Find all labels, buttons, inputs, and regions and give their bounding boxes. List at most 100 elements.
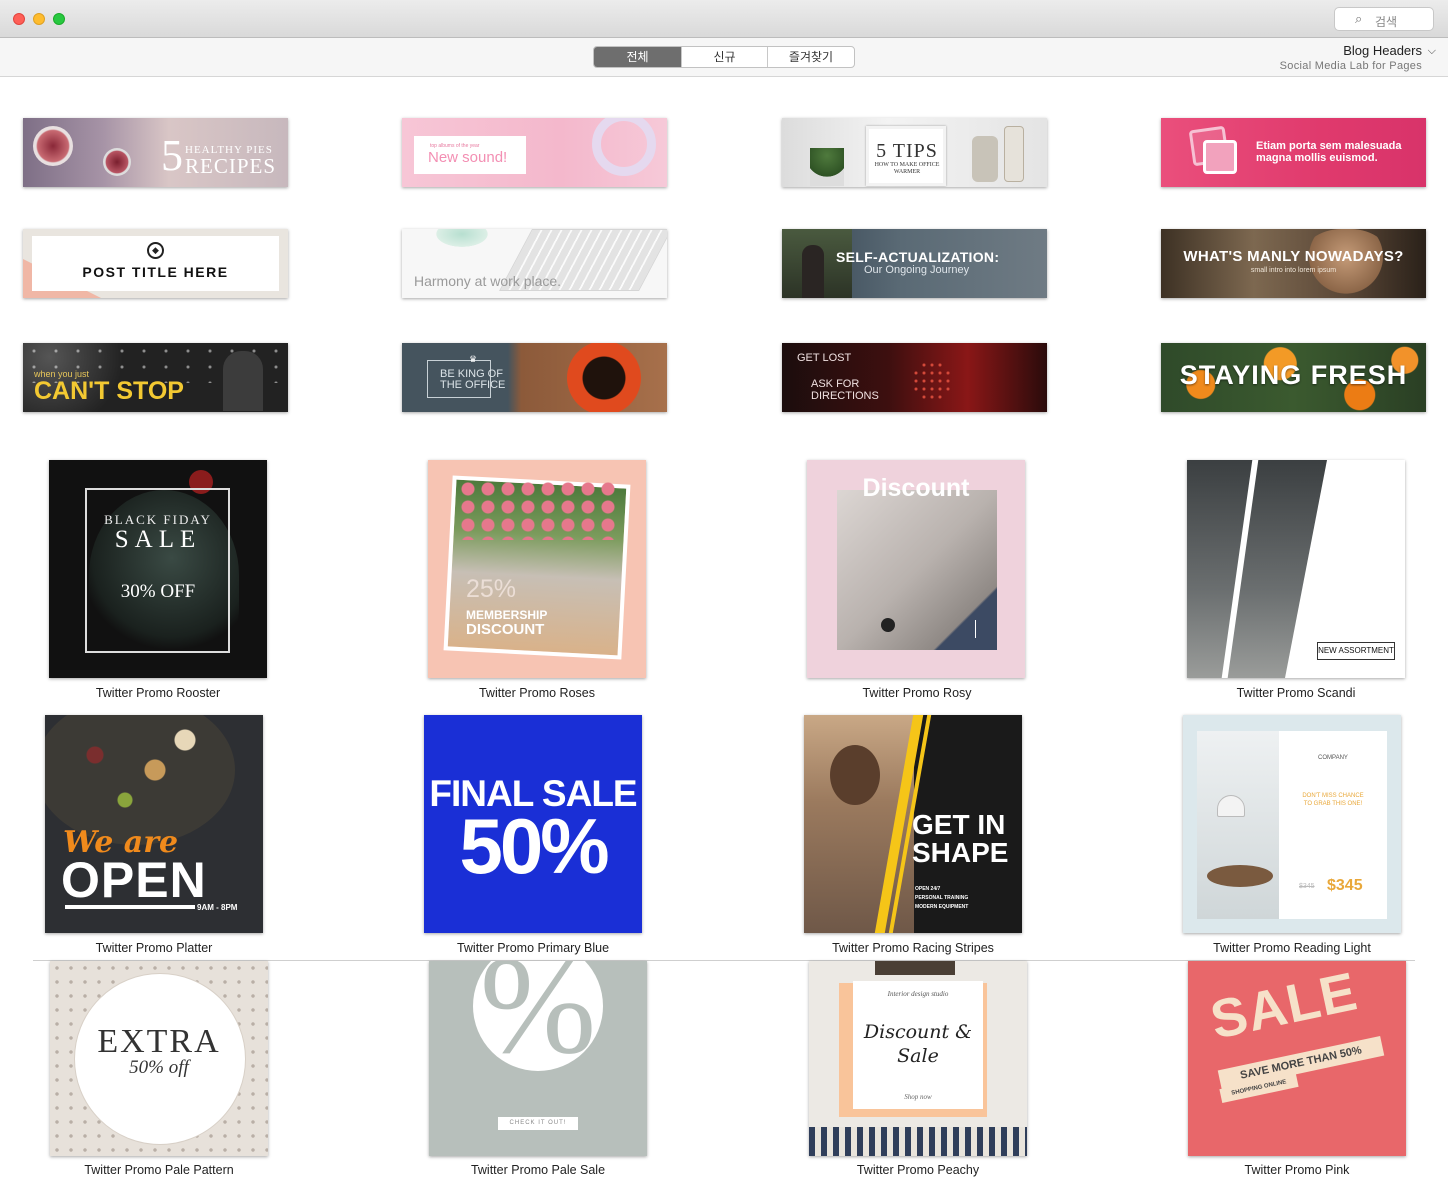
document-selector[interactable]: Blog Headers ⌵ Social Media Lab for Page… [1279, 43, 1436, 72]
sweater-image [837, 490, 997, 650]
template-caption: Twitter Promo Rooster [95, 686, 221, 700]
template-caption: Twitter Promo Reading Light [1213, 941, 1371, 955]
diamond-icon: ◆ [147, 242, 164, 259]
pie-image [103, 148, 131, 176]
tab-favorites[interactable]: 즐겨찾기 [768, 47, 854, 67]
lamp-image [1217, 795, 1245, 817]
template-caption: Twitter Promo Roses [478, 686, 595, 700]
template-caption: Twitter Promo Racing Stripes [832, 941, 994, 955]
banner-get-lost[interactable]: GET LOST ASK FOR DIRECTIONS [782, 343, 1047, 412]
toolbar: 전체 신규 즐겨찾기 Blog Headers ⌵ Social Media L… [0, 38, 1448, 77]
template-scandi[interactable]: NEW ASSORTMENT [1187, 460, 1405, 678]
banner-title: Harmony at work place. [414, 273, 562, 289]
template-pale-sale[interactable]: % CHECK IT OUT! [429, 961, 647, 1156]
promo-line-2: Discount & [863, 1021, 973, 1043]
promo-line-2: SALE [114, 526, 202, 553]
template-rosy[interactable]: Discount [807, 460, 1025, 678]
old-price: $345 [1299, 883, 1315, 890]
lamp-photo [1197, 731, 1287, 919]
promo-line-1: Interior design studio [887, 990, 949, 998]
zoom-window-button[interactable] [53, 13, 65, 25]
template-platter[interactable]: We are OPEN 9AM - 8PM [45, 715, 263, 933]
promo-line-2: MEMBERSHIP [466, 608, 548, 622]
template-rooster[interactable]: BLACK FIDAY SALE 30% OFF [49, 460, 267, 678]
template-peachy[interactable]: Interior design studio Discount & Sale S… [809, 961, 1027, 1156]
promo-line-2: SHAPE [912, 837, 1009, 868]
plant-image [810, 148, 844, 186]
banner-title: CAN'T STOP [34, 377, 184, 405]
template-caption: Twitter Promo Pale Sale [470, 1163, 606, 1177]
banner-5-tips[interactable]: 5 TIPS HOW TO MAKE OFFICE WARMER [782, 118, 1047, 187]
search-placeholder: 검색 [1375, 15, 1398, 29]
singer-image [223, 351, 263, 411]
bottle-image [1004, 126, 1024, 182]
banner-subtitle: HOW TO MAKE OFFICE WARMER [874, 162, 940, 175]
template-pink[interactable]: SALE SAVE MORE THAN 50% SHOPPING ONLINE [1188, 961, 1406, 1156]
promo-line-3: DISCOUNT [466, 621, 545, 638]
template-caption: Twitter Promo Scandi [1236, 686, 1356, 700]
promo-line-5: MODERN EQUIPMENT [915, 904, 969, 910]
banner-new-sound[interactable]: top albums of the year New sound! [402, 118, 667, 187]
banner-line-2: ASK FOR [811, 378, 860, 390]
document-subtitle: Social Media Lab for Pages [1279, 60, 1422, 72]
template-roses[interactable]: 25% MEMBERSHIP DISCOUNT [428, 460, 646, 678]
promo-line-3: Sale [897, 1045, 939, 1067]
banner-line-2: THE OFFICE [440, 379, 506, 391]
person-image [802, 245, 824, 298]
banner-self-actualization[interactable]: SELF-ACTUALIZATION: Our Ongoing Journey [782, 229, 1047, 298]
banner-title: SELF-ACTUALIZATION: [836, 249, 1000, 265]
crown-icon: ♛ [469, 354, 478, 364]
banner-post-title[interactable]: ◆ POST TITLE HERE [23, 229, 288, 298]
banner-title: STAYING FRESH [1179, 360, 1408, 390]
promo-line-1: % [479, 961, 597, 1083]
template-caption: Twitter Promo Peachy [856, 1163, 980, 1177]
promo-line-1: GET IN [912, 809, 1006, 840]
banner-king-of-office[interactable]: ♛ BE KING OF THE OFFICE [402, 343, 667, 412]
promo-line-1: Discount [862, 474, 970, 502]
template-caption: Twitter Promo Primary Blue [456, 941, 610, 955]
promo-line-1: NEW ASSORTMENT [1317, 642, 1395, 660]
check-it-out-button: CHECK IT OUT! [498, 1117, 578, 1130]
athlete-head-image [830, 745, 880, 805]
template-caption: Twitter Promo Platter [95, 941, 213, 955]
minimize-window-button[interactable] [33, 13, 45, 25]
promo-line-3: 30% OFF [120, 581, 196, 602]
pillows-image [809, 1127, 1027, 1156]
banner-cant-stop[interactable]: when you just CAN'T STOP [23, 343, 288, 412]
template-primary-blue[interactable]: FINAL SALE 50% [424, 715, 642, 933]
template-caption: Twitter Promo Pink [1244, 1163, 1350, 1177]
banner-title: POST TITLE HERE [82, 264, 229, 280]
close-window-button[interactable] [13, 13, 25, 25]
search-icon: ⌕ [1355, 11, 1363, 26]
promo-line-1: EXTRA [97, 1023, 221, 1060]
banner-healthy-pies-recipes[interactable]: 5 HEALTHY PIES RECIPES [23, 118, 288, 187]
coffee-cup-image [567, 343, 641, 412]
banner-title: RECIPES [185, 154, 277, 178]
search-field[interactable]: ⌕ 검색 [1334, 7, 1434, 31]
promo-line-2: 50% off [129, 1057, 189, 1078]
rose-heads-image [458, 480, 618, 540]
banner-subtitle: Our Ongoing Journey [864, 264, 970, 276]
template-caption: Twitter Promo Rosy [862, 686, 972, 700]
banner-staying-fresh[interactable]: STAYING FRESH [1161, 343, 1426, 412]
banner-harmony[interactable]: Harmony at work place. [402, 229, 667, 298]
promo-line-1: 25% [466, 575, 517, 603]
banner-etiam-porta[interactable]: Etiam porta sem malesuada magna mollis e… [1161, 118, 1426, 187]
template-racing-stripes[interactable]: GET IN SHAPE OPEN 24/7 PERSONAL TRAINING… [804, 715, 1022, 933]
template-reading-light[interactable]: COMPANY DON'T MISS CHANCE TO GRAB THIS O… [1183, 715, 1401, 933]
banner-whats-manly[interactable]: WHAT'S MANLY NOWADAYS? small intro into … [1161, 229, 1426, 298]
promo-line-2: OPEN [61, 852, 207, 908]
banner-subtitle: small intro into lorem ipsum [1250, 267, 1337, 274]
table-image [1207, 865, 1273, 887]
banner-title: WHAT'S MANLY NOWADAYS? [1183, 248, 1404, 265]
promo-line-1: SALE [1205, 961, 1363, 1051]
interior-image [1187, 460, 1327, 678]
pie-image [33, 126, 73, 166]
watch-image [881, 618, 895, 632]
template-pale-pattern[interactable]: EXTRA 50% off [50, 961, 268, 1156]
promo-line-2: DON'T MISS CHANCE TO GRAB THIS ONE! [1302, 793, 1364, 807]
banner-line-3: DIRECTIONS [811, 390, 879, 402]
tab-all[interactable]: 전체 [594, 47, 682, 67]
tab-new[interactable]: 신규 [682, 47, 768, 67]
underline [65, 905, 195, 909]
